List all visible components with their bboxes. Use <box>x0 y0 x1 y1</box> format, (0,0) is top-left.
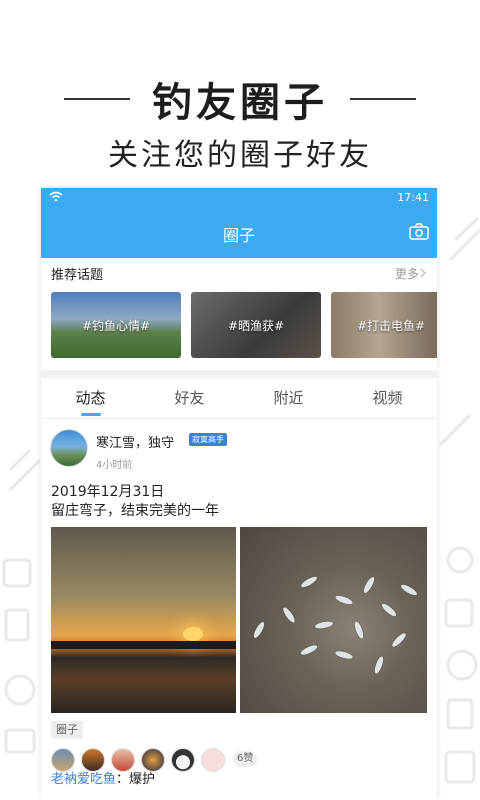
wifi-icon <box>49 191 63 205</box>
comment-text: ：爆护 <box>116 772 156 787</box>
fish-shape <box>251 620 267 640</box>
topics-more-label: 更多 <box>394 266 419 281</box>
promo-divider-left <box>64 98 130 100</box>
dock-silhouette <box>51 641 236 649</box>
tab-video[interactable]: 视频 <box>338 378 437 418</box>
active-tab-indicator <box>81 413 101 416</box>
avatar[interactable] <box>50 429 88 467</box>
fish-shape <box>334 649 354 661</box>
topic-label: #钓鱼心情# <box>81 319 151 333</box>
feed-post: 寒江雪，独守 寂寞高手 4小时前 2019年12月31日 留庄弯子，结束完美的一… <box>41 419 437 787</box>
promo-title-row: 钓友圈子 <box>0 70 480 128</box>
fish-shape <box>353 620 365 640</box>
promo-divider-right <box>350 98 416 100</box>
comment-user[interactable]: 老衲爱吃鱼 <box>51 772 116 787</box>
camera-icon[interactable] <box>409 223 429 244</box>
comment-item: 老衲爱吃鱼：爆护 <box>51 768 155 787</box>
promo-subtitle: 关注您的圈子好友 <box>108 138 372 173</box>
tab-nearby[interactable]: 附近 <box>239 378 338 418</box>
topic-label: #晒渔获# <box>227 319 285 333</box>
post-image-sunset[interactable] <box>51 527 236 713</box>
post-header: 寒江雪，独守 寂寞高手 4小时前 <box>41 419 437 475</box>
topics-heading: 推荐话题 <box>51 267 104 283</box>
promo-title: 钓友圈子 <box>152 80 328 126</box>
topic-card-fishing-mood[interactable]: #钓鱼心情# <box>51 292 181 358</box>
user-level-badge: 寂寞高手 <box>189 433 227 446</box>
fish-shape <box>299 574 319 590</box>
tab-friends[interactable]: 好友 <box>140 378 239 418</box>
post-time: 4小时前 <box>96 460 133 471</box>
sun-shape <box>183 627 203 641</box>
post-tag[interactable]: 圈子 <box>51 721 83 739</box>
post-image-fish-catch[interactable] <box>240 527 427 713</box>
fish-shape <box>314 620 334 630</box>
topics-header: 推荐话题 更多 <box>41 258 437 288</box>
phone-screen: 17:41 圈子 推荐话题 更多 #钓鱼心情# #晒渔获# #打击电鱼# 动态 … <box>41 188 437 800</box>
status-time: 17:41 <box>397 191 429 204</box>
fish-shape <box>281 605 297 625</box>
fish-shape <box>299 643 319 657</box>
topic-card-anti-electrofishing[interactable]: #打击电鱼# <box>331 292 437 358</box>
tab-feed[interactable]: 动态 <box>41 378 140 418</box>
liker-avatar[interactable] <box>201 748 225 772</box>
promo-header: 钓友圈子 关注您的圈子好友 <box>0 0 480 188</box>
post-username[interactable]: 寒江雪，独守 <box>96 432 174 451</box>
fish-shape <box>399 582 419 598</box>
post-tag-row: 圈子 <box>41 721 437 745</box>
liker-avatar[interactable] <box>171 748 195 772</box>
post-text-line: 留庄弯子，结束完美的一年 <box>51 503 219 519</box>
fish-shape <box>373 655 385 675</box>
fish-shape <box>380 601 398 619</box>
fish-shape <box>390 631 408 649</box>
topics-more-link[interactable]: 更多 <box>395 265 427 282</box>
status-bar: 17:41 <box>41 188 437 208</box>
feed-tabs: 动态 好友 附近 视频 <box>41 378 437 419</box>
fish-shape <box>334 594 354 606</box>
page-title: 圈子 <box>222 226 255 245</box>
section-separator <box>41 370 437 378</box>
like-count[interactable]: 6赞 <box>233 751 258 767</box>
post-text: 2019年12月31日 留庄弯子，结束完美的一年 <box>41 475 437 521</box>
title-bar: 圈子 <box>41 208 437 258</box>
chevron-right-icon <box>420 268 426 278</box>
fish-shape <box>361 575 377 595</box>
post-text-line: 2019年12月31日 <box>51 484 165 500</box>
post-images <box>41 527 437 713</box>
topics-carousel: #钓鱼心情# #晒渔获# #打击电鱼# <box>41 292 437 358</box>
topic-card-catch[interactable]: #晒渔获# <box>191 292 321 358</box>
topic-label: #打击电鱼# <box>356 319 426 333</box>
